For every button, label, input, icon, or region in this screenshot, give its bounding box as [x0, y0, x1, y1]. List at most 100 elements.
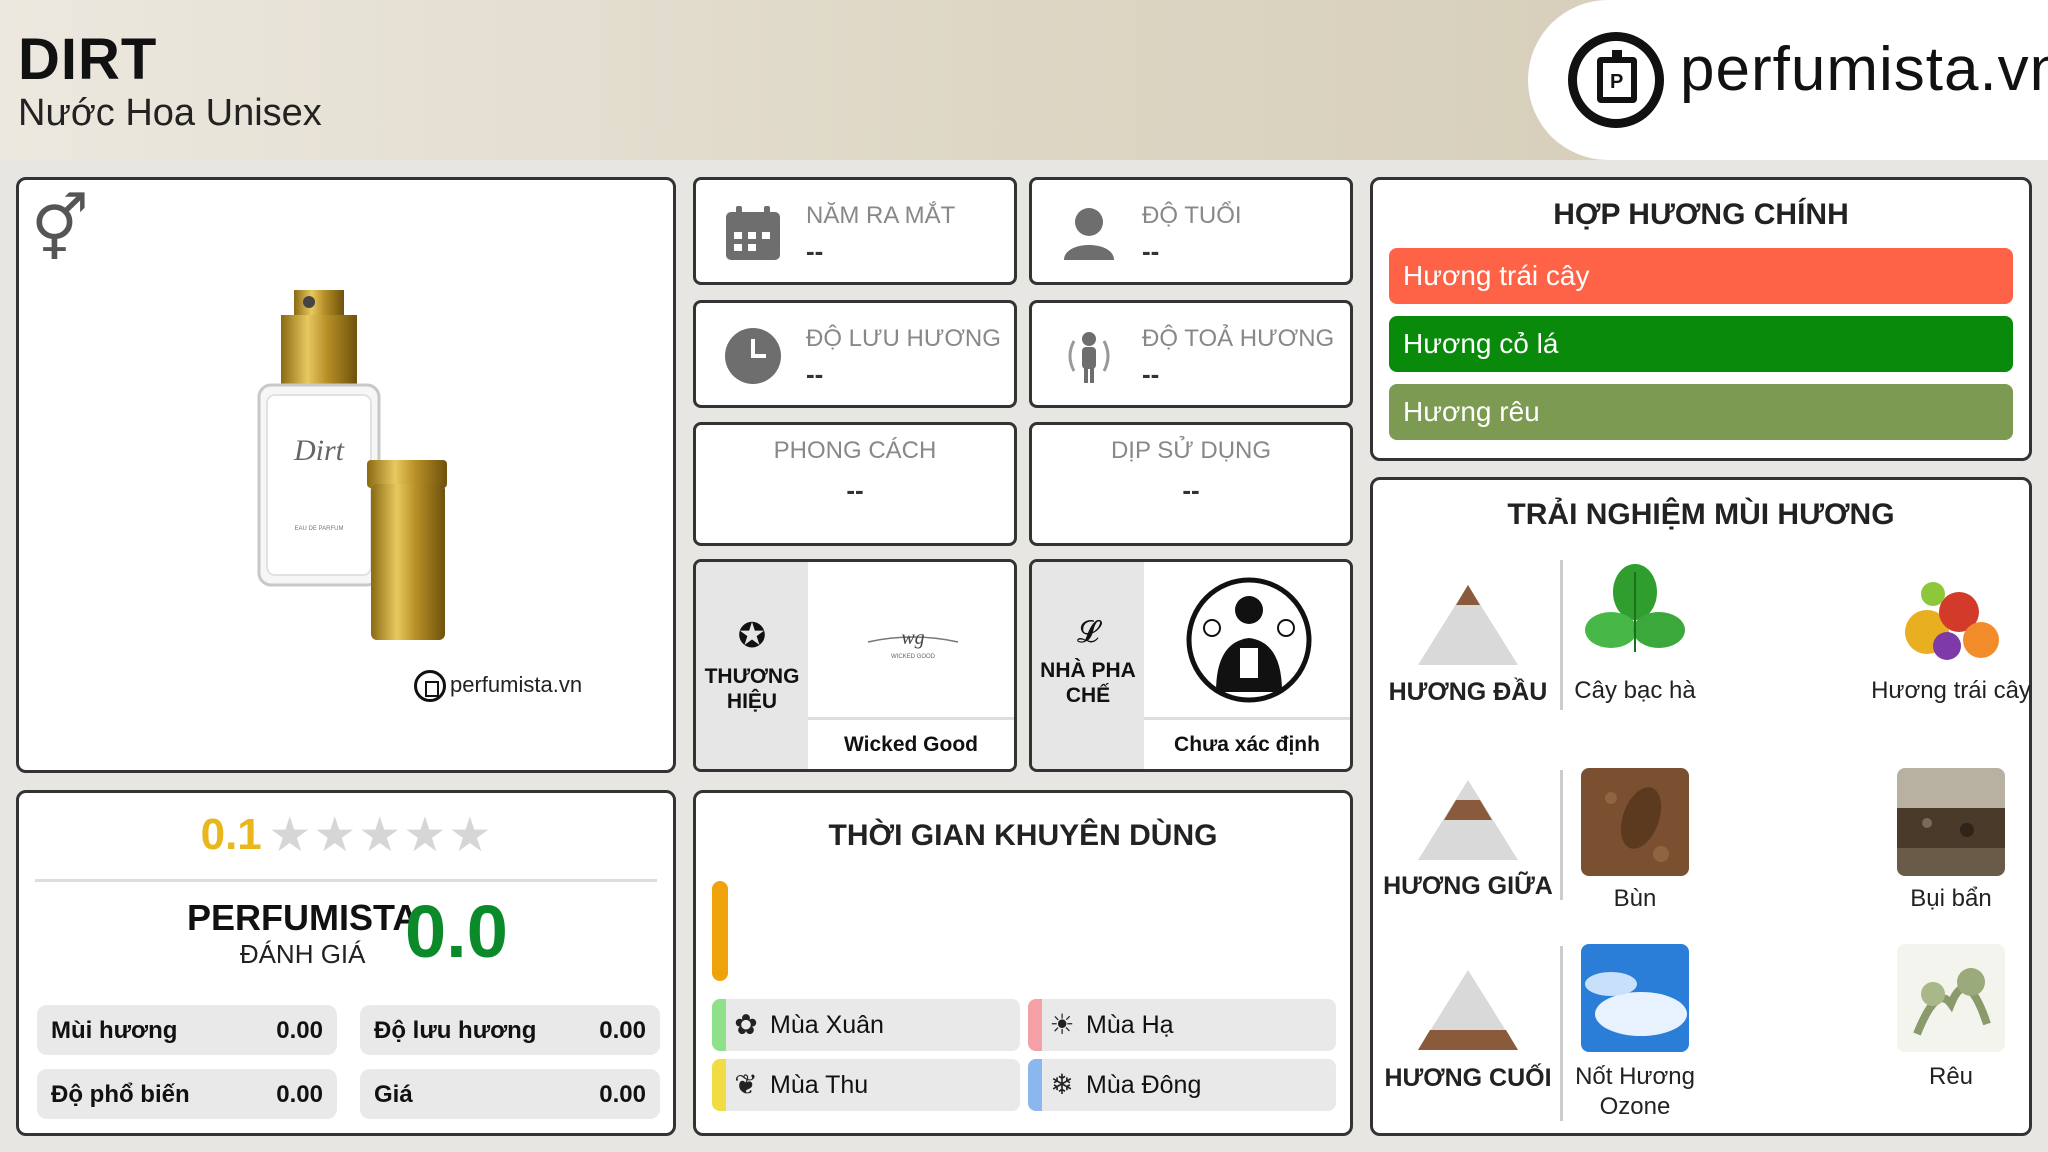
- perfumista-watermark: perfumista.vn: [414, 670, 582, 702]
- mud-image: [1581, 768, 1689, 876]
- occasion-card: DỊP SỬ DỤNG --: [1029, 422, 1353, 546]
- perfumista-score: 0.0: [405, 890, 508, 973]
- style-value: --: [846, 475, 864, 505]
- top-notes-label: HƯƠNG ĐẦU: [1388, 678, 1548, 706]
- usage-title: THỜI GIAN KHUYÊN DÙNG: [828, 819, 1218, 852]
- mint-image: [1581, 562, 1689, 670]
- spring-indicator: [712, 999, 726, 1051]
- longevity-card: ĐỘ LƯU HƯƠNG --: [693, 300, 1017, 408]
- scent-notes-panel: TRẢI NGHIỆM MÙI HƯƠNG HƯƠNG ĐẦU Cây bạc …: [1370, 477, 2032, 1136]
- note-ozone: Nốt Hương Ozone: [1575, 1063, 1695, 1120]
- nose-icon: 𝓛: [1077, 616, 1099, 649]
- note-mint: Cây bạc hà: [1574, 677, 1696, 704]
- svg-text:wg: wg: [901, 627, 924, 649]
- sillage-label: ĐỘ TOẢ HƯƠNG: [1142, 325, 1335, 352]
- rating-star[interactable]: ★: [313, 807, 356, 863]
- perfumista-logo-icon: P: [1568, 32, 1664, 128]
- accords-title: HỢP HƯƠNG CHÍNH: [1553, 198, 1849, 231]
- release-year-label: NĂM RA MẮT: [806, 202, 956, 229]
- note-fruit: Hương trái cây: [1871, 677, 2031, 704]
- season-summer: ☀ Mùa Hạ: [1028, 999, 1336, 1051]
- brand-label: THƯƠNG HIỆU: [704, 665, 800, 714]
- season-spring: ✿ Mùa Xuân: [712, 999, 1020, 1051]
- rating-panel: 0.1 ★★★★★ PERFUMISTA ĐÁNH GIÁ 0.0 Mùi hư…: [16, 790, 676, 1136]
- fruit-image: [1897, 562, 2005, 670]
- perfumer-label: NHÀ PHA CHẾ: [1040, 659, 1136, 708]
- usage-time-panel: THỜI GIAN KHUYÊN DÙNG ✿ Mùa Xuân ☀ Mùa H…: [693, 790, 1353, 1136]
- metric-popularity: Độ phổ biến 0.00: [37, 1069, 337, 1119]
- svg-text:EAU DE PARFUM: EAU DE PARFUM: [295, 526, 344, 532]
- rating-star[interactable]: ★: [358, 807, 401, 863]
- sillage-card: ĐỘ TOẢ HƯƠNG --: [1029, 300, 1353, 408]
- main-accords-panel: HỢP HƯƠNG CHÍNH Hương trái cây Hương cỏ …: [1370, 177, 2032, 461]
- clock-icon: [725, 328, 781, 384]
- notes-title: TRẢI NGHIỆM MÙI HƯƠNG: [1507, 498, 1895, 531]
- rating-star[interactable]: ★: [448, 807, 491, 863]
- svg-text:WICKED GOOD: WICKED GOOD: [891, 654, 936, 660]
- middle-notes-divider: [1560, 770, 1563, 900]
- age-card: ĐỘ TUỔI --: [1029, 177, 1353, 285]
- top-notes-pyramid-icon: [1418, 585, 1518, 665]
- brand-name: Wicked Good: [808, 717, 1014, 769]
- accord-mossy: Hương rêu: [1389, 384, 2013, 440]
- age-label: ĐỘ TUỔI: [1142, 202, 1242, 229]
- release-year-value: --: [806, 236, 824, 266]
- rating-divider: [35, 879, 657, 882]
- perfumista-rating-label: PERFUMISTA ĐÁNH GIÁ: [187, 897, 419, 969]
- brand-logo-image: wg WICKED GOOD: [808, 562, 1014, 717]
- note-moss: Rêu: [1928, 1063, 1974, 1090]
- perfumista-mini-icon: [414, 670, 446, 702]
- rating-star[interactable]: ★: [268, 807, 311, 863]
- user-rating: 0.1 ★★★★★: [19, 807, 673, 863]
- occasion-value: --: [1182, 475, 1200, 505]
- dirt-image: [1897, 768, 2005, 876]
- perfumer-card[interactable]: 𝓛 NHÀ PHA CHẾ Chưa xác định: [1029, 559, 1353, 772]
- occasion-label: DỊP SỬ DỤNG: [1110, 437, 1272, 464]
- base-notes-pyramid-icon: [1418, 970, 1518, 1050]
- sillage-icon: [1068, 332, 1110, 383]
- perfume-bottle-image: Dirt EAU DE PARFUM: [257, 290, 447, 640]
- brand-side: ✪ THƯƠNG HIỆU: [696, 562, 808, 769]
- product-image-panel: ⚥ Dirt EAU DE PARFUM perfumista.vn: [16, 177, 676, 773]
- sun-icon: ☀: [1049, 1009, 1075, 1040]
- unisex-gender-icon: ⚥: [31, 193, 89, 265]
- user-rating-score: 0.1: [200, 810, 262, 859]
- star-badge-icon: ✪: [737, 617, 767, 655]
- perfumer-name: Chưa xác định: [1144, 717, 1350, 769]
- brand-logo[interactable]: P perfumista.vn: [1528, 0, 2048, 160]
- rating-star[interactable]: ★: [403, 807, 446, 863]
- header-bar: DIRT Nước Hoa Unisex P perfumista.vn: [0, 0, 2048, 160]
- age-value: --: [1142, 236, 1160, 266]
- longevity-value: --: [806, 359, 824, 389]
- person-icon: [1064, 208, 1114, 260]
- base-notes-label: HƯƠNG CUỐI: [1384, 1064, 1552, 1092]
- longevity-label: ĐỘ LƯU HƯƠNG: [806, 325, 1001, 352]
- release-year-card: NĂM RA MẮT --: [693, 177, 1017, 285]
- style-card: PHONG CÁCH --: [693, 422, 1017, 546]
- leaf-icon: ❦: [734, 1069, 758, 1100]
- metric-price: Giá 0.00: [360, 1069, 660, 1119]
- sillage-value: --: [1142, 359, 1160, 389]
- moss-image: [1897, 944, 2005, 1052]
- perfume-subtitle: Nước Hoa Unisex: [18, 92, 322, 134]
- summer-indicator: [1028, 999, 1042, 1051]
- logo-text: perfumista.vn: [1680, 35, 2048, 104]
- note-mud: Bùn: [1613, 885, 1657, 912]
- middle-notes-pyramid-icon: [1418, 780, 1518, 860]
- star-rating[interactable]: ★★★★★: [266, 809, 491, 862]
- style-label: PHONG CÁCH: [773, 437, 937, 464]
- note-dirt: Bụi bẩn: [1910, 885, 1992, 912]
- winter-indicator: [1028, 1059, 1042, 1111]
- calendar-icon: [726, 206, 780, 260]
- day-night-bar: [712, 881, 728, 981]
- brand-card[interactable]: ✪ THƯƠNG HIỆU wg WICKED GOOD Wicked Good: [693, 559, 1017, 772]
- flower-icon: ✿: [734, 1009, 758, 1040]
- perfume-title: DIRT: [18, 27, 158, 92]
- perfumer-image: [1144, 562, 1350, 717]
- autumn-indicator: [712, 1059, 726, 1111]
- middle-notes-label: HƯƠNG GIỮA: [1383, 872, 1553, 900]
- season-winter: ❄ Mùa Đông: [1028, 1059, 1336, 1111]
- snowflake-icon: ❄: [1050, 1069, 1074, 1100]
- perfumer-side: 𝓛 NHÀ PHA CHẾ: [1032, 562, 1144, 769]
- metric-longevity: Độ lưu hương 0.00: [360, 1005, 660, 1055]
